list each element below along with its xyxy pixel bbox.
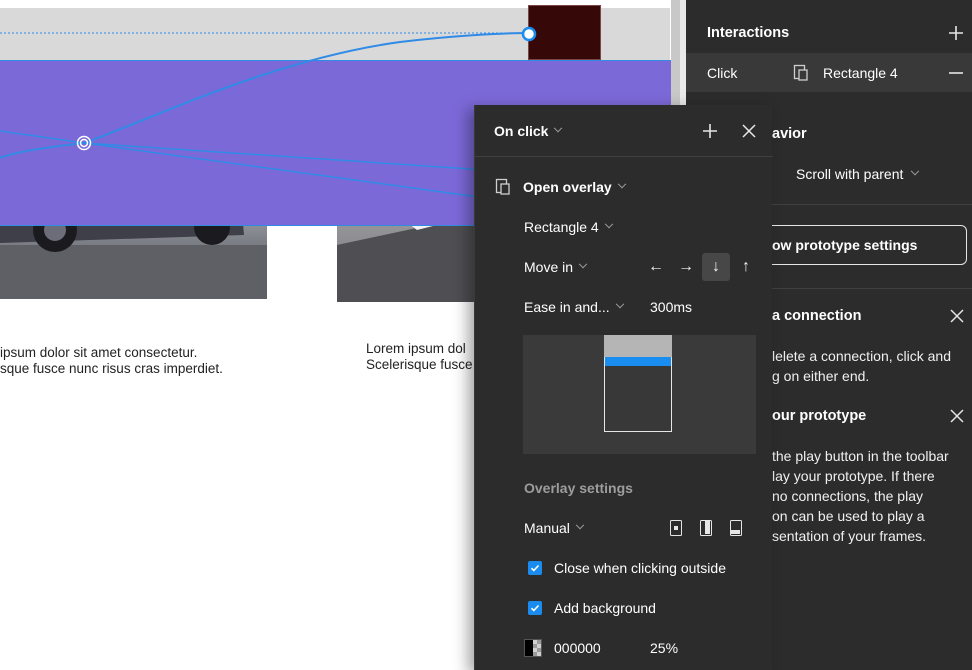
interaction-details-popover: On click Open overlay Rectangle 4 Move i…	[474, 105, 773, 670]
caption-right-line-1: Lorem ipsum dol	[366, 341, 466, 356]
overlay-icon	[495, 178, 511, 196]
overlay-settings-label: Overlay settings	[524, 480, 633, 496]
behavior-value: Scroll with parent	[796, 166, 904, 182]
tip2-title: our prototype	[772, 408, 867, 424]
tip1-line-1: lelete a connection, click and	[772, 348, 951, 364]
checkbox-checked-icon[interactable]	[528, 561, 542, 575]
arrow-up-icon[interactable]: ↑	[732, 253, 760, 281]
tip1-line-2: g on either end.	[772, 368, 870, 384]
plus-icon[interactable]	[702, 123, 718, 139]
divider	[475, 156, 773, 157]
animation-preview	[523, 335, 756, 454]
overlay-icon	[793, 64, 809, 82]
destination-select[interactable]: Rectangle 4	[524, 217, 613, 237]
tip2-line-1: the play button in the toolbar	[772, 448, 949, 464]
close-outside-checkbox[interactable]: Close when clicking outside	[528, 558, 726, 578]
close-outside-label: Close when clicking outside	[554, 560, 726, 576]
tip1-text: lelete a connection, click and g on eith…	[772, 346, 972, 386]
tip2-text: the play button in the toolbar lay your …	[772, 446, 972, 546]
color-swatch[interactable]	[524, 639, 542, 657]
interactions-header: Interactions	[686, 20, 972, 46]
trigger-label: Click	[707, 64, 738, 81]
chevron-down-icon	[617, 179, 626, 189]
close-icon[interactable]	[949, 309, 965, 325]
background-fill-row[interactable]: 000000 25%	[524, 638, 678, 658]
chevron-down-icon	[911, 166, 920, 176]
caption-left: ipsum dolor sit amet consectetur. sque f…	[0, 345, 223, 377]
rectangle-4[interactable]	[528, 5, 601, 60]
align-bottom-icon[interactable]	[730, 520, 742, 536]
close-icon[interactable]	[742, 124, 756, 138]
align-center-icon[interactable]	[670, 520, 682, 536]
duration-value: 300ms	[650, 299, 693, 315]
align-right-icon[interactable]	[700, 520, 712, 536]
animation-value: Move in	[524, 259, 574, 275]
position-select[interactable]: Manual	[524, 518, 585, 538]
trigger-value: On click	[494, 123, 549, 139]
interaction-row[interactable]: Click Rectangle 4	[686, 53, 972, 92]
checkbox-checked-icon[interactable]	[528, 601, 542, 615]
chevron-down-icon	[604, 219, 613, 229]
background-color-value[interactable]: 000000	[554, 640, 650, 656]
chevron-down-icon	[575, 520, 585, 530]
tip2-line-3: no connections, the play	[772, 488, 923, 504]
interactions-title: Interactions	[707, 25, 790, 41]
caption-right-line-2: Scelerisque fusce	[366, 357, 473, 372]
arrow-down-icon[interactable]: ↓	[702, 253, 730, 281]
target-label: Rectangle 4	[823, 64, 898, 81]
close-icon[interactable]	[949, 409, 965, 425]
arrow-left-icon[interactable]: ←	[642, 253, 670, 281]
preview-base-frame	[604, 335, 672, 357]
action-select[interactable]: Open overlay	[495, 177, 626, 197]
minus-icon[interactable]	[948, 65, 964, 81]
caption-left-line-2: sque fusce nunc risus cras imperdiet.	[0, 361, 223, 376]
arrow-right-icon[interactable]: →	[672, 253, 700, 281]
tip2-line-4: on can be used to play a	[772, 508, 925, 524]
chevron-down-icon	[554, 123, 563, 133]
animation-select[interactable]: Move in	[524, 257, 588, 277]
caption-left-line-1: ipsum dolor sit amet consectetur.	[0, 345, 198, 360]
plus-icon[interactable]	[948, 25, 964, 41]
chevron-down-icon	[578, 259, 588, 269]
add-background-label: Add background	[554, 600, 656, 616]
background-opacity-value[interactable]: 25%	[650, 640, 678, 656]
trigger-select[interactable]: On click	[494, 121, 563, 141]
preview-overlay-frame	[604, 357, 672, 432]
tip2-line-5: sentation of your frames.	[772, 528, 927, 544]
action-value: Open overlay	[523, 179, 612, 195]
tip2-line-2: lay your prototype. If there	[772, 468, 935, 484]
position-value: Manual	[524, 520, 570, 536]
tip1-title: a connection	[772, 308, 862, 324]
overlay-settings-title: Overlay settings	[524, 478, 633, 498]
destination-value: Rectangle 4	[524, 219, 599, 235]
duration-input[interactable]: 300ms	[650, 297, 692, 317]
preview-overlay-bar	[605, 357, 671, 366]
add-background-checkbox[interactable]: Add background	[528, 598, 656, 618]
behavior-title: avior	[772, 126, 807, 142]
easing-value: Ease in and...	[524, 299, 610, 315]
canvas-scrollbar[interactable]	[671, 0, 680, 110]
chevron-down-icon	[615, 299, 624, 309]
caption-right: Lorem ipsum dol Scelerisque fusce	[366, 341, 473, 373]
prototype-settings-label: ow prototype settings	[772, 237, 918, 253]
easing-select[interactable]: Ease in and...	[524, 297, 624, 317]
